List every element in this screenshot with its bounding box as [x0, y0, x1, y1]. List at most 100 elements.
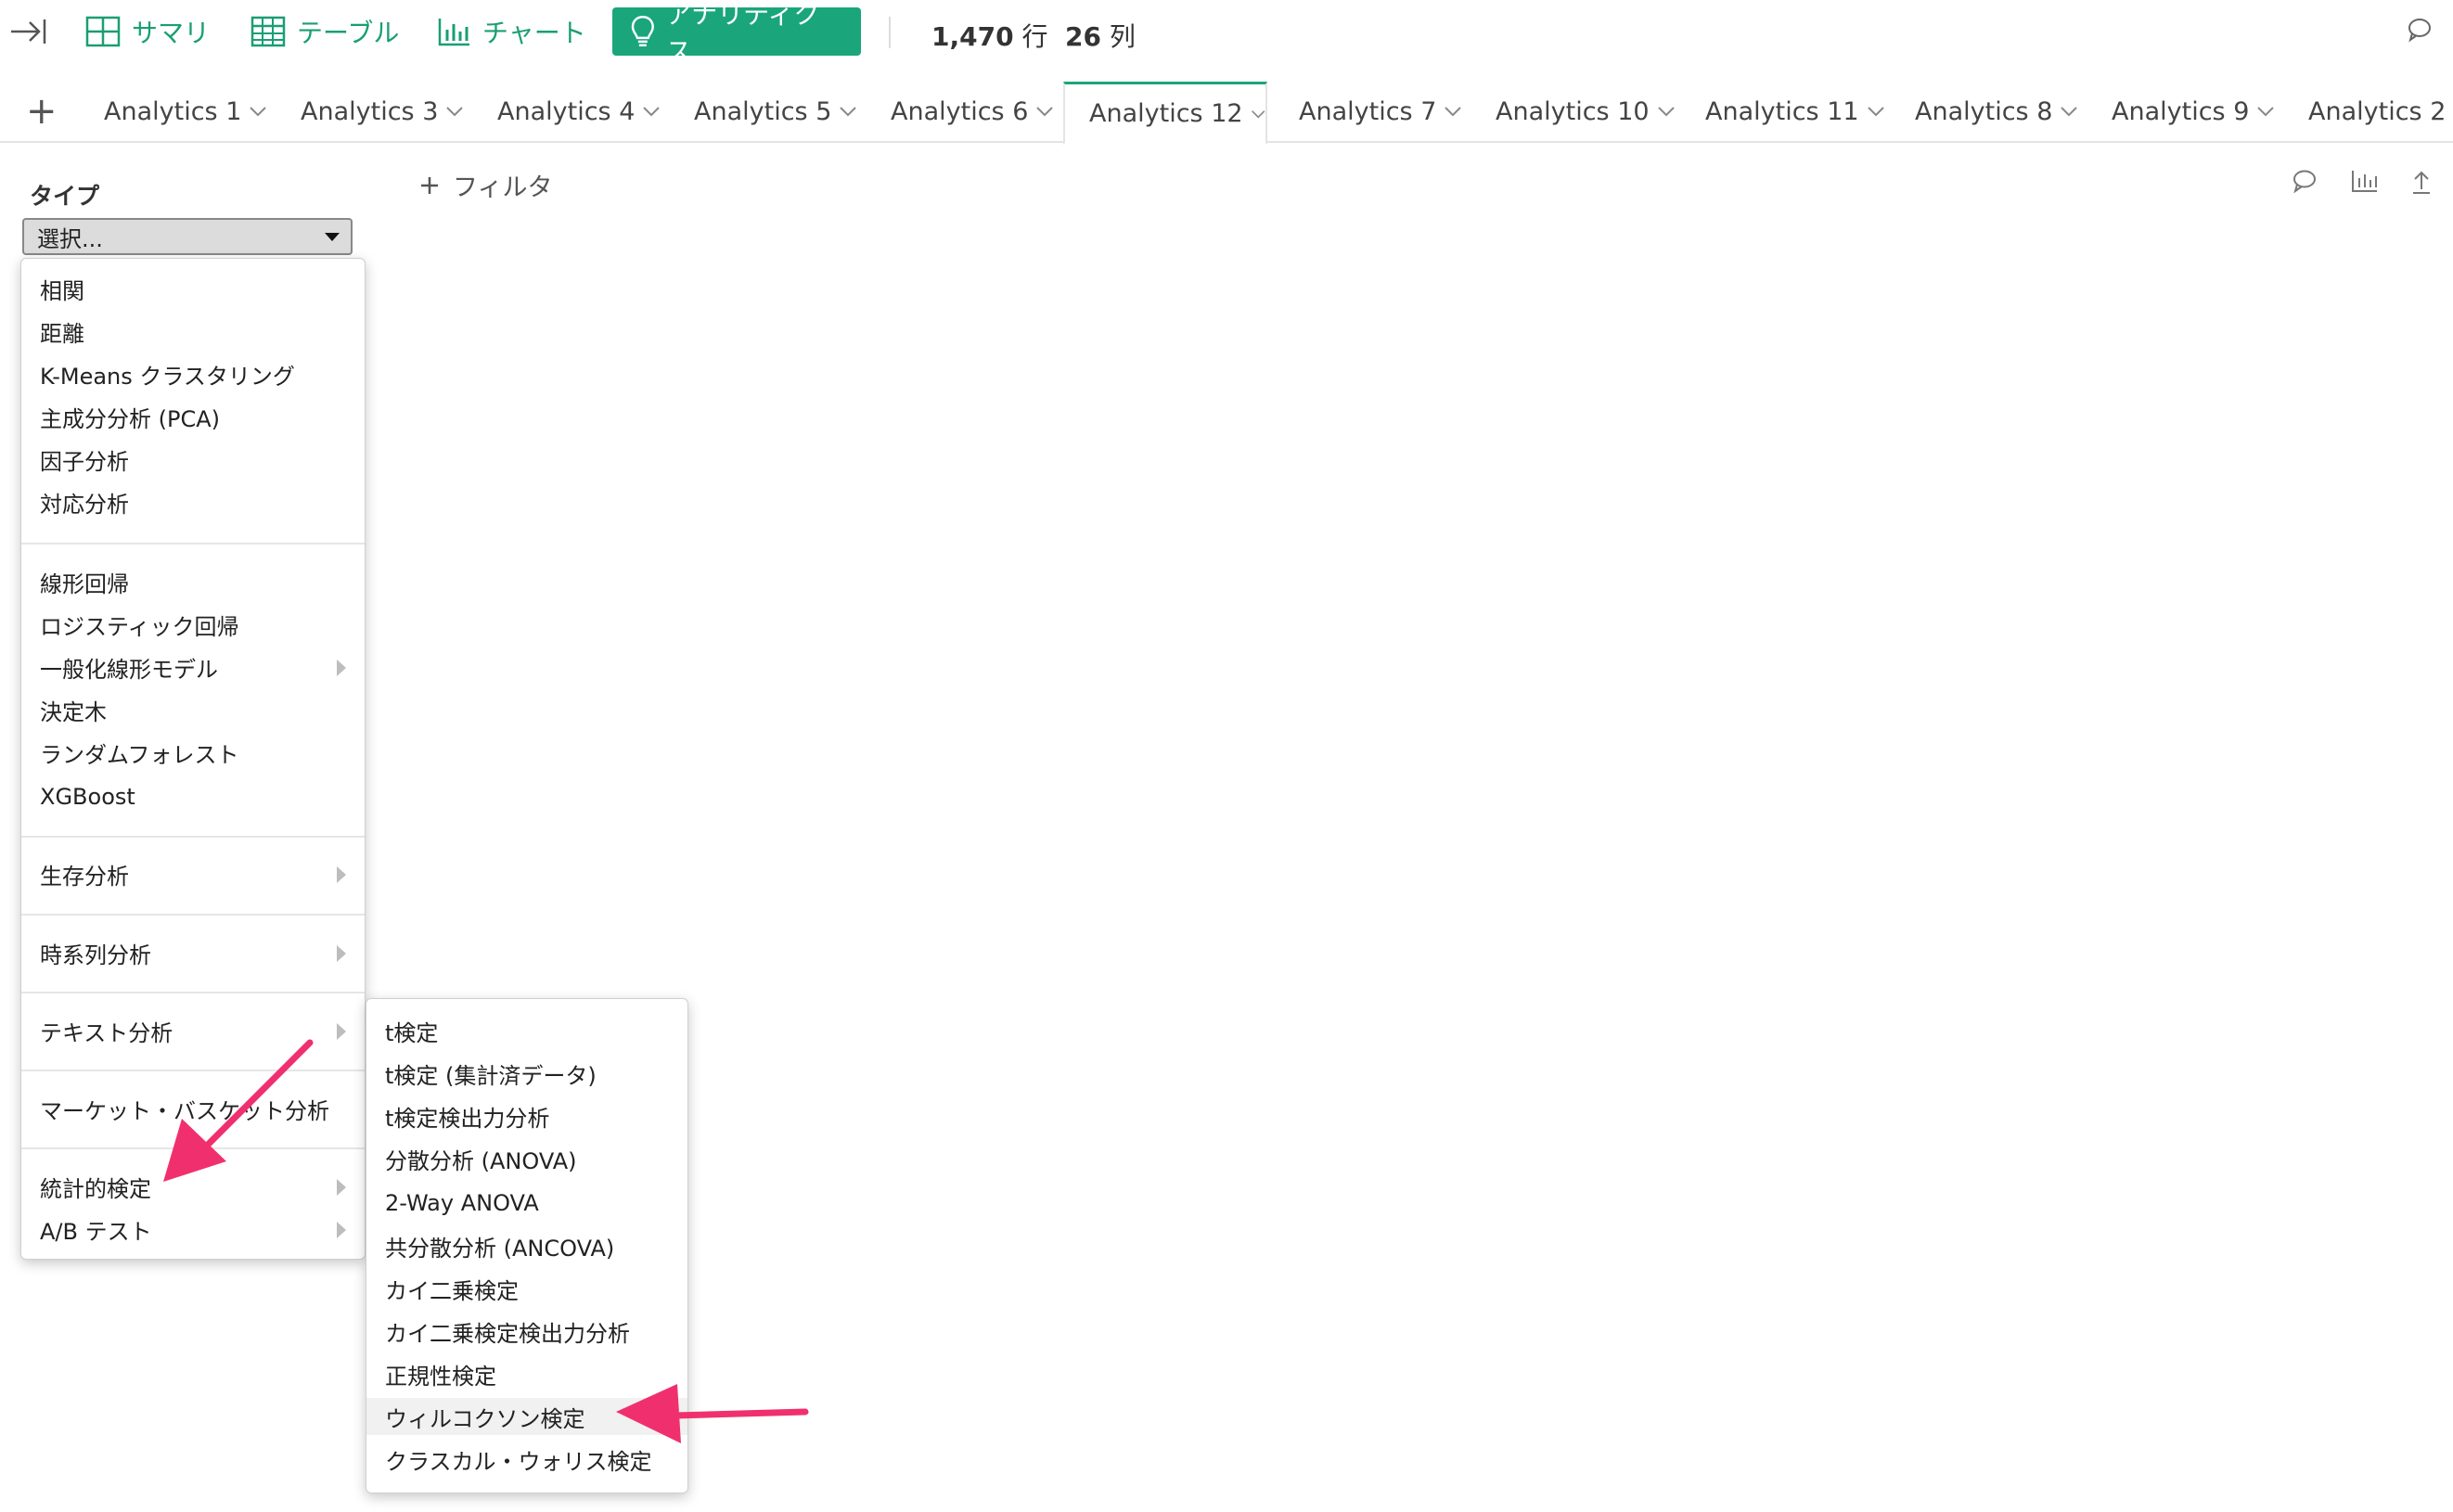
- menu-item-text[interactable]: テキスト分析: [21, 1012, 365, 1049]
- submenu-item[interactable]: 正規性検定: [366, 1355, 496, 1392]
- tab-label: Analytics 8: [1915, 96, 2053, 126]
- menu-item[interactable]: 因子分析: [21, 441, 129, 478]
- tab-analytics-6[interactable]: Analytics 6: [891, 82, 1054, 141]
- tab-label: Analytics 11: [1705, 96, 1859, 126]
- tab-analytics-9[interactable]: Analytics 9: [2112, 82, 2275, 141]
- submenu-item[interactable]: カイ二乗検定検出力分析: [366, 1313, 630, 1350]
- submenu-item[interactable]: t検定: [366, 1012, 438, 1049]
- submenu-arrow-icon: [337, 1222, 346, 1238]
- add-filter-button[interactable]: フィルタ: [419, 167, 552, 203]
- submenu-item[interactable]: カイ二乗検定: [366, 1270, 519, 1307]
- submenu-arrow-icon: [337, 660, 346, 676]
- tab-label: Analytics 12: [1089, 99, 1243, 128]
- comment-icon[interactable]: [2407, 17, 2433, 46]
- tab-analytics-8[interactable]: Analytics 8: [1915, 82, 2078, 141]
- menu-item-label: 時系列分析: [40, 942, 151, 968]
- column-count-value: 26: [1065, 21, 1101, 52]
- tab-label: Analytics 2: [2308, 96, 2447, 126]
- column-count: 26 列: [1065, 17, 1136, 54]
- collapse-right-icon[interactable]: [9, 7, 46, 56]
- bar-chart-icon[interactable]: [2351, 169, 2379, 197]
- type-select-value: 選択...: [37, 225, 103, 252]
- submenu-item[interactable]: 2-Way ANOVA: [366, 1185, 539, 1222]
- chart-button[interactable]: チャート: [438, 7, 586, 56]
- menu-item[interactable]: XGBoost: [21, 778, 135, 815]
- chevron-down-icon: [1036, 107, 1054, 117]
- submenu-item[interactable]: クラスカル・ウォリス検定: [366, 1441, 652, 1478]
- menu-item[interactable]: 距離: [21, 313, 84, 350]
- menu-item-stat-test[interactable]: 統計的検定: [21, 1168, 365, 1205]
- top-toolbar: サマリ テーブル チャート アナリティクス 1,470 行 26 列: [0, 0, 2453, 67]
- menu-item[interactable]: 対応分析: [21, 483, 129, 520]
- row-count: 1,470 行: [931, 17, 1048, 54]
- submenu-item[interactable]: t検定検出力分析: [366, 1097, 549, 1134]
- submenu-item[interactable]: 共分散分析 (ANCOVA): [366, 1227, 614, 1264]
- menu-item-glm[interactable]: 一般化線形モデル: [21, 648, 365, 686]
- menu-item[interactable]: ランダムフォレスト: [21, 734, 239, 771]
- tab-analytics-2[interactable]: Analytics 2: [2308, 82, 2453, 141]
- column-count-unit: 列: [1109, 21, 1136, 52]
- menu-item[interactable]: 決定木: [21, 691, 107, 728]
- plus-icon: [421, 176, 438, 194]
- tab-analytics-10[interactable]: Analytics 10: [1496, 82, 1676, 141]
- toolbar-divider: [889, 17, 891, 48]
- add-tab-button[interactable]: +: [26, 93, 58, 130]
- table-icon: [250, 16, 286, 47]
- menu-item-label: 生存分析: [40, 863, 129, 890]
- chevron-down-icon: [2257, 107, 2275, 117]
- menu-divider: [21, 992, 365, 993]
- chevron-down-icon: [1867, 107, 1884, 117]
- submenu-arrow-icon: [337, 1179, 346, 1196]
- menu-item[interactable]: ロジスティック回帰: [21, 606, 239, 643]
- analytics-tab-bar: + Analytics 1 Analytics 3 Analytics 4 An…: [0, 82, 2453, 145]
- chevron-down-icon: [250, 107, 267, 117]
- menu-item[interactable]: K-Means クラスタリング: [21, 355, 295, 392]
- summary-button[interactable]: サマリ: [85, 7, 210, 56]
- type-label: タイプ: [30, 183, 100, 210]
- menu-divider: [21, 836, 365, 838]
- menu-item[interactable]: 主成分分析 (PCA): [21, 398, 220, 435]
- chevron-down-icon: [840, 107, 857, 117]
- comment-icon[interactable]: [2292, 169, 2318, 197]
- menu-item-survival[interactable]: 生存分析: [21, 855, 365, 892]
- menu-item[interactable]: 相関: [21, 270, 84, 307]
- submenu-item[interactable]: 分散分析 (ANOVA): [366, 1140, 577, 1177]
- tab-analytics-4[interactable]: Analytics 4: [497, 82, 661, 141]
- tab-label: Analytics 5: [694, 96, 832, 126]
- analytics-button[interactable]: アナリティクス: [612, 0, 861, 67]
- tab-analytics-11[interactable]: Analytics 11: [1705, 82, 1885, 141]
- tab-label: Analytics 4: [497, 96, 636, 126]
- tab-analytics-1[interactable]: Analytics 1: [104, 82, 267, 141]
- tab-label: Analytics 9: [2112, 96, 2250, 126]
- tab-analytics-7[interactable]: Analytics 7: [1299, 82, 1462, 141]
- menu-item-timeseries[interactable]: 時系列分析: [21, 934, 365, 971]
- menu-divider: [21, 914, 365, 916]
- submenu-arrow-icon: [337, 945, 346, 962]
- lightbulb-icon: [631, 15, 654, 47]
- menu-item-label: テキスト分析: [40, 1019, 173, 1046]
- chevron-down-icon: [446, 107, 464, 117]
- tab-analytics-5[interactable]: Analytics 5: [694, 82, 857, 141]
- filter-label: フィルタ: [453, 173, 553, 202]
- menu-item-basket[interactable]: マーケット・バスケット分析: [21, 1090, 329, 1127]
- menu-divider: [21, 543, 365, 545]
- tab-analytics-12[interactable]: Analytics 12: [1063, 82, 1267, 145]
- row-count-unit: 行: [1021, 21, 1048, 52]
- submenu-arrow-icon: [337, 1023, 346, 1040]
- stat-test-submenu: t検定 t検定 (集計済データ) t検定検出力分析 分散分析 (ANOVA) 2…: [366, 998, 688, 1493]
- tab-analytics-3[interactable]: Analytics 3: [301, 82, 464, 141]
- export-icon[interactable]: [2410, 169, 2433, 199]
- menu-divider: [21, 1070, 365, 1071]
- chevron-down-icon: [1251, 109, 1265, 118]
- submenu-item-wilcoxon[interactable]: ウィルコクソン検定: [366, 1398, 687, 1435]
- tab-label: Analytics 10: [1496, 96, 1650, 126]
- row-count-value: 1,470: [931, 21, 1014, 52]
- tab-label: Analytics 7: [1299, 96, 1437, 126]
- submenu-item[interactable]: t検定 (集計済データ): [366, 1055, 597, 1092]
- table-label: テーブル: [297, 18, 400, 48]
- table-button[interactable]: テーブル: [250, 7, 399, 56]
- menu-item-ab-test[interactable]: A/B テスト: [21, 1211, 365, 1248]
- analytics-label: アナリティクス: [665, 0, 820, 67]
- menu-item[interactable]: 線形回帰: [21, 563, 129, 600]
- type-select[interactable]: 選択...: [22, 218, 353, 255]
